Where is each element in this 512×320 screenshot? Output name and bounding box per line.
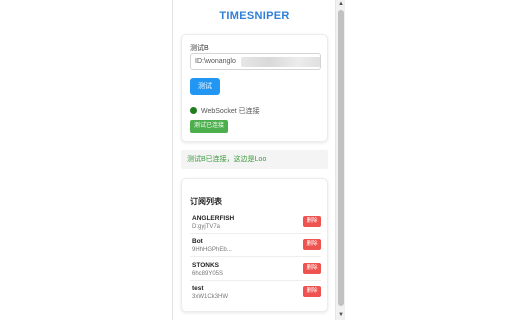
app-title: TIMESNIPER: [219, 10, 290, 22]
delete-button[interactable]: 删除: [303, 216, 321, 227]
scroll-up-arrow-icon[interactable]: ▲: [336, 0, 346, 9]
subscriptions-title: 订阅列表: [190, 197, 222, 206]
subscription-row: ANGLERFISH D:gyjTV7a 删除: [190, 212, 321, 234]
delete-button[interactable]: 删除: [303, 263, 321, 274]
scroll-down-arrow-icon[interactable]: ▼: [336, 311, 346, 320]
subscription-row: Bot 9HhHGPhEb... 删除: [190, 235, 321, 257]
connection-label: 测试B: [190, 45, 209, 52]
subscription-meta: 9HhHGPhEb...: [192, 247, 232, 253]
connected-action-button[interactable]: 测试已连接: [190, 120, 228, 133]
url-input[interactable]: ID:\wonanglo: [190, 53, 321, 70]
status-text: WebSocket 已连接: [201, 107, 260, 115]
url-input-value: ID:\wonanglo: [195, 58, 236, 65]
scrollbar-thumb[interactable]: [338, 10, 344, 306]
subscription-row: STONKS 6hc89Y05S 删除: [190, 259, 321, 281]
vertical-scrollbar[interactable]: ▲ ▼: [335, 0, 345, 320]
subscription-row: test 3xW1Ck3HW 删除: [190, 282, 321, 304]
popup-content: TIMESNIPER 测试B ID:\wonanglo 测试 WebSocket…: [173, 0, 336, 320]
connect-button[interactable]: 测试: [190, 78, 220, 95]
subscription-name: ANGLERFISH: [192, 215, 235, 222]
status-dot-icon: [190, 107, 197, 114]
subscription-meta: 6hc89Y05S: [192, 271, 224, 277]
subscription-meta: 3xW1Ck3HW: [192, 294, 229, 300]
subscription-name: test: [192, 285, 204, 292]
redacted-url-blur: [241, 57, 320, 67]
delete-button[interactable]: 删除: [303, 286, 321, 297]
connection-card: 测试B ID:\wonanglo 测试 WebSocket 已连接 测试已连接: [181, 34, 328, 142]
connection-status: WebSocket 已连接: [190, 106, 260, 115]
delete-button[interactable]: 删除: [303, 239, 321, 250]
subscription-name: Bot: [192, 238, 203, 245]
status-message: 测试B已连接，这边是Loo: [181, 150, 328, 169]
subscriptions-card: 订阅列表 ANGLERFISH D:gyjTV7a 删除 Bot 9HhHGPh…: [181, 178, 328, 312]
extension-popup: TIMESNIPER 测试B ID:\wonanglo 测试 WebSocket…: [172, 0, 345, 320]
subscription-meta: D:gyjTV7a: [192, 224, 221, 230]
subscription-name: STONKS: [192, 262, 219, 269]
